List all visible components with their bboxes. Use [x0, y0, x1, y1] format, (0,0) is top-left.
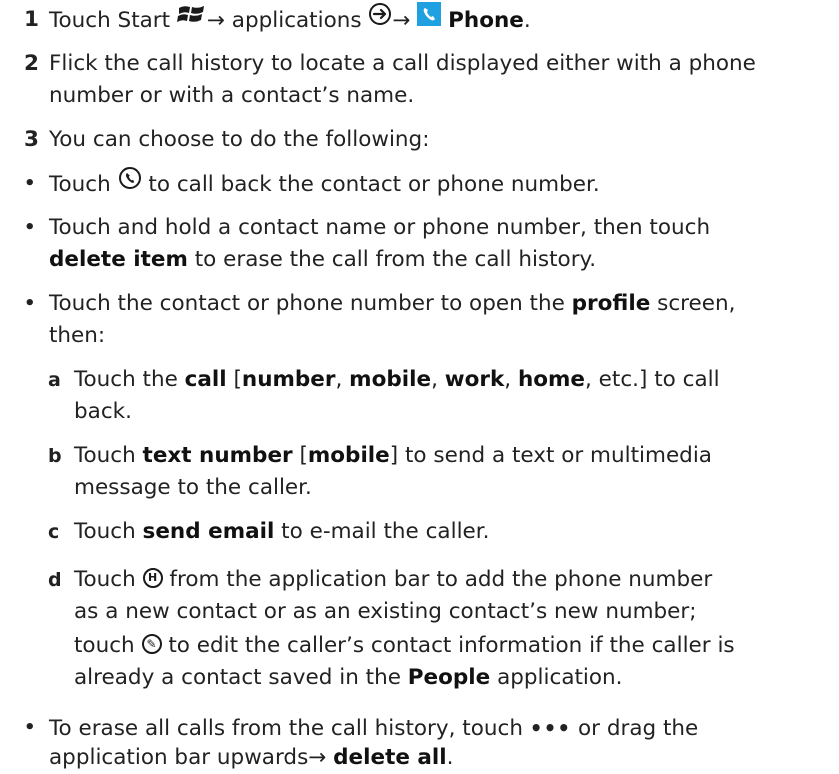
step-text: You can choose to do the following: [49, 127, 430, 152]
edit-icon: ✎ [141, 634, 162, 654]
step-text-line2: number or with a contact’s name. [49, 83, 415, 108]
subitem-text: Touch send email to e-mail the caller. [74, 519, 490, 544]
bullet-marker: • [24, 293, 36, 314]
bullet-text-line2: application bar upwards→ delete all. [49, 745, 454, 770]
subitem-text-line1: Touch H from the application bar to add … [74, 567, 713, 592]
subitem-text-line1: Touch text number [mobile] to send a tex… [74, 443, 712, 468]
circle-arrow-icon [368, 2, 392, 36]
bullet-text-line1: Touch the contact or phone number to ope… [49, 291, 736, 316]
bullet-marker: • [24, 173, 36, 194]
subitem-text-line2: as a new contact or as an existing conta… [74, 599, 697, 624]
subitem-letter: a [48, 369, 61, 391]
windows-start-icon [176, 2, 207, 36]
bullet-text-line1: Touch and hold a contact name or phone n… [49, 215, 711, 240]
subitem-text-line3: touch ✎ to edit the caller’s contact inf… [74, 633, 735, 658]
subitem-text-line2: back. [74, 399, 132, 424]
step-number: 3 [24, 127, 39, 152]
bullet-text-line2: delete item to erase the call from the c… [49, 247, 597, 272]
phone-tile-icon [417, 2, 442, 36]
step-number: 2 [24, 51, 39, 76]
bullet-text-line2: then: [49, 323, 106, 348]
bullet-text-line1: To erase all calls from the call history… [49, 716, 699, 741]
bullet-marker: • [24, 717, 36, 738]
bullet-text: Touch to call back the contact or phone … [49, 166, 600, 202]
subitem-text-line2: message to the caller. [74, 475, 312, 500]
subitem-letter: b [48, 445, 62, 467]
bullet-marker: • [24, 217, 36, 238]
step-text-line1: Flick the call history to locate a call … [49, 51, 756, 76]
subitem-letter: c [48, 521, 60, 543]
more-dots-icon: ••• [529, 716, 572, 740]
subitem-text-line4: already a contact saved in the People ap… [74, 665, 623, 690]
subitem-text-line1: Touch the call [number, mobile, work, ho… [74, 367, 720, 392]
step-number: 1 [24, 7, 39, 32]
step-text: Touch Start → applications → Phone. [49, 2, 531, 38]
save-contact-icon: H [142, 568, 163, 588]
call-back-icon [118, 166, 142, 200]
subitem-letter: d [48, 569, 62, 591]
